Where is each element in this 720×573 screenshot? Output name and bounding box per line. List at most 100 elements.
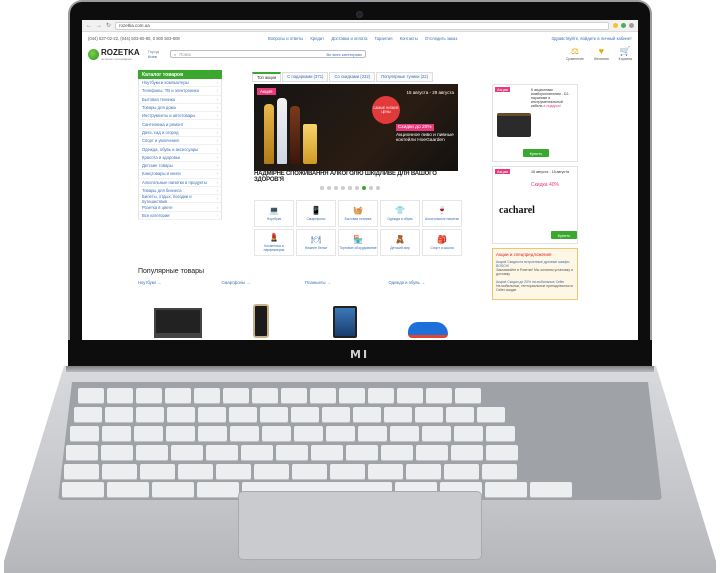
- sidebar-item[interactable]: Товары для дома ›: [138, 103, 222, 113]
- keyboard-key[interactable]: [381, 445, 413, 461]
- popular-link[interactable]: Ноутбуки →: [138, 280, 218, 285]
- slider-dot[interactable]: [327, 186, 331, 190]
- touchpad[interactable]: [238, 491, 482, 560]
- keyboard-key[interactable]: [353, 407, 381, 423]
- shoe-product-image[interactable]: [389, 288, 469, 338]
- keyboard-key[interactable]: [384, 407, 412, 423]
- keyboard-key[interactable]: [107, 388, 133, 404]
- keyboard-key[interactable]: [167, 407, 195, 423]
- sidebar-item[interactable]: Ноутбуки и компьютеры ›: [138, 79, 222, 88]
- sidebar-item[interactable]: Розетка в цвете ›: [138, 203, 222, 212]
- search-input[interactable]: Поиск: [179, 52, 323, 57]
- extension-icon[interactable]: [621, 23, 626, 28]
- sidebar-item[interactable]: Детские товары ›: [138, 161, 222, 171]
- keyboard-key[interactable]: [485, 482, 527, 498]
- search-category-select[interactable]: Во всех категориях: [326, 52, 362, 57]
- keyboard-key[interactable]: [330, 464, 365, 480]
- keyboard-key[interactable]: [276, 445, 308, 461]
- keyboard-key[interactable]: [477, 407, 505, 423]
- keyboard-key[interactable]: [368, 388, 394, 404]
- category-tile[interactable]: 🧺 Бытовая техника: [338, 200, 378, 227]
- sidebar-item[interactable]: Все категории ›: [138, 211, 222, 221]
- keyboard-key[interactable]: [105, 407, 133, 423]
- keyboard-key[interactable]: [530, 482, 572, 498]
- keyboard-key[interactable]: [241, 445, 273, 461]
- cart-button[interactable]: 🛒 Корзина: [619, 47, 632, 62]
- slider-dot[interactable]: [376, 186, 380, 190]
- buy-button[interactable]: Купить: [523, 149, 549, 157]
- keyboard-key[interactable]: [397, 388, 423, 404]
- slider-dot[interactable]: [348, 186, 352, 190]
- keyboard-key[interactable]: [101, 445, 133, 461]
- deal-item[interactable]: Акция! Скидки на встроенные духовые шкаф…: [496, 260, 574, 276]
- keyboard-key[interactable]: [451, 445, 483, 461]
- site-logo[interactable]: ROZETKA интернет-супермаркет: [88, 48, 148, 61]
- keyboard-key[interactable]: [107, 482, 149, 498]
- keyboard-key[interactable]: [454, 426, 483, 442]
- popular-col-laptops[interactable]: Ноутбуки →: [138, 280, 218, 338]
- top-link[interactable]: Доставка и оплата: [331, 36, 367, 41]
- keyboard-key[interactable]: [426, 388, 452, 404]
- category-tile[interactable]: 🏪 Торговое оборудование: [338, 229, 378, 256]
- keyboard-key[interactable]: [482, 464, 517, 480]
- tab-top[interactable]: Топ акции: [252, 72, 282, 82]
- keyboard-key[interactable]: [194, 388, 220, 404]
- category-tile[interactable]: 👕 Одежда и обувь: [380, 200, 420, 227]
- keyboard-key[interactable]: [136, 388, 162, 404]
- keyboard-key[interactable]: [230, 426, 259, 442]
- keyboard-key[interactable]: [134, 426, 163, 442]
- category-tile[interactable]: 💄 Косметика и парфюмерия: [254, 229, 294, 256]
- keyboard-key[interactable]: [455, 388, 481, 404]
- sidebar-item[interactable]: Красота и здоровье ›: [138, 153, 222, 162]
- tab-discounts[interactable]: Со скидками (232): [329, 72, 376, 82]
- sidebar-item[interactable]: Телефоны, ТВ и электроника ›: [138, 87, 222, 96]
- keyboard-key[interactable]: [152, 482, 194, 498]
- sidebar-item[interactable]: Алкогольные напитки и продукты ›: [138, 178, 222, 187]
- category-tile[interactable]: 🍷 Алкогольные напитки: [422, 200, 462, 227]
- keyboard-key[interactable]: [311, 445, 343, 461]
- keyboard-key[interactable]: [206, 445, 238, 461]
- keyboard-key[interactable]: [446, 407, 474, 423]
- keyboard-key[interactable]: [74, 407, 102, 423]
- keyboard-key[interactable]: [198, 407, 226, 423]
- laptop-product-image[interactable]: [138, 288, 218, 338]
- keyboard-key[interactable]: [346, 445, 378, 461]
- keyboard-key[interactable]: [322, 407, 350, 423]
- menu-icon[interactable]: [629, 23, 634, 28]
- keyboard-key[interactable]: [198, 426, 227, 442]
- sidebar-item[interactable]: Инструменты и автотовары ›: [138, 112, 222, 121]
- keyboard-key[interactable]: [78, 388, 104, 404]
- tab-popular[interactable]: Популярные туники (22): [376, 72, 434, 82]
- keyboard-key[interactable]: [64, 464, 99, 480]
- city-selector[interactable]: Город Киев: [148, 49, 170, 59]
- keyboard-key[interactable]: [136, 445, 168, 461]
- keyboard-key[interactable]: [444, 464, 479, 480]
- keyboard-key[interactable]: [486, 426, 515, 442]
- keyboard-key[interactable]: [197, 482, 239, 498]
- search-box[interactable]: ⌕ Поиск Во всех категориях: [170, 50, 366, 58]
- keyboard-key[interactable]: [368, 464, 403, 480]
- keyboard-key[interactable]: [216, 464, 251, 480]
- keyboard-key[interactable]: [166, 426, 195, 442]
- keyboard-key[interactable]: [415, 407, 443, 423]
- account-link[interactable]: Здравствуйте, войдите в личный кабинет: [551, 36, 632, 42]
- keyboard-key[interactable]: [140, 464, 175, 480]
- buy-button[interactable]: Купить: [551, 231, 577, 239]
- slider-dot[interactable]: [369, 186, 373, 190]
- keyboard-key[interactable]: [416, 445, 448, 461]
- address-bar[interactable]: rozetka.com.ua: [115, 21, 609, 30]
- back-icon[interactable]: ←: [86, 23, 92, 29]
- sidebar-item[interactable]: Билеты, отдых, поездки и путешествия ›: [138, 194, 222, 204]
- keyboard-key[interactable]: [252, 388, 278, 404]
- keyboard-key[interactable]: [102, 426, 131, 442]
- hero-banner[interactable]: Акция 15 августа - 29 августа САМЫЕ НИЗК…: [254, 84, 458, 182]
- category-tile[interactable]: 🎒 Спорт и школа: [422, 229, 462, 256]
- keyboard-key[interactable]: [262, 426, 291, 442]
- promo-card[interactable]: Акция 16 августа - 18 августа Скидка 40%…: [492, 166, 578, 244]
- deal-item[interactable]: Акция! Скидки до 20% на мобильные Celler…: [496, 280, 574, 292]
- top-link[interactable]: Контакты: [400, 36, 418, 41]
- slider-dot[interactable]: [341, 186, 345, 190]
- keyboard-key[interactable]: [406, 464, 441, 480]
- sidebar-item[interactable]: Одежда, обувь и аксессуары ›: [138, 145, 222, 154]
- keyboard-key[interactable]: [326, 426, 355, 442]
